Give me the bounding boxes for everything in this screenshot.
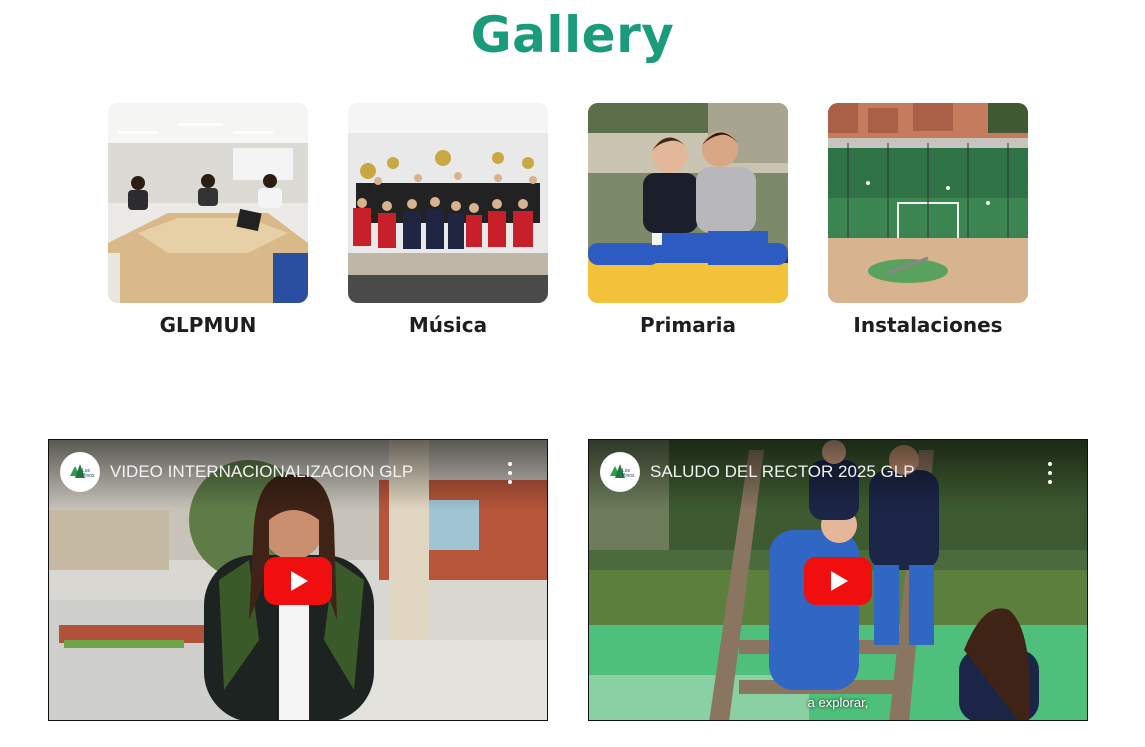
- video-title[interactable]: SALUDO DEL RECTOR 2025 GLP: [650, 462, 915, 482]
- gallery-image-instalaciones[interactable]: [828, 103, 1028, 303]
- more-options-icon[interactable]: [1043, 462, 1057, 484]
- video-caption: a explorar,: [807, 695, 869, 710]
- gallery-image-primaria[interactable]: [588, 103, 788, 303]
- video-player-saludo-rector[interactable]: Los Pinos SALUDO DEL RECTOR 2025 GLP a e…: [588, 439, 1088, 721]
- gallery-label-instalaciones[interactable]: Instalaciones: [828, 313, 1028, 337]
- gallery-image-glpmun[interactable]: [108, 103, 308, 303]
- more-options-icon[interactable]: [503, 462, 517, 484]
- svg-text:Pinos: Pinos: [82, 473, 95, 479]
- svg-text:Pinos: Pinos: [622, 473, 635, 479]
- channel-logo[interactable]: Los Pinos: [60, 452, 100, 492]
- video-player-internacionalizacion[interactable]: Los Pinos VIDEO INTERNACIONALIZACION GLP: [48, 439, 548, 721]
- gallery-label-musica[interactable]: Música: [348, 313, 548, 337]
- play-button[interactable]: [264, 557, 332, 605]
- gallery-card-primaria[interactable]: Primaria: [588, 103, 788, 337]
- play-button[interactable]: [804, 557, 872, 605]
- gallery-image-musica[interactable]: [348, 103, 548, 303]
- channel-logo[interactable]: Los Pinos: [600, 452, 640, 492]
- video-title[interactable]: VIDEO INTERNACIONALIZACION GLP: [110, 462, 413, 482]
- gallery-card-glpmun[interactable]: GLPMUN: [108, 103, 308, 337]
- gallery-card-instalaciones[interactable]: Instalaciones: [828, 103, 1028, 337]
- page-title: Gallery: [470, 6, 675, 64]
- gallery-label-glpmun[interactable]: GLPMUN: [108, 313, 308, 337]
- gallery-card-musica[interactable]: Música: [348, 103, 548, 337]
- gallery-label-primaria[interactable]: Primaria: [588, 313, 788, 337]
